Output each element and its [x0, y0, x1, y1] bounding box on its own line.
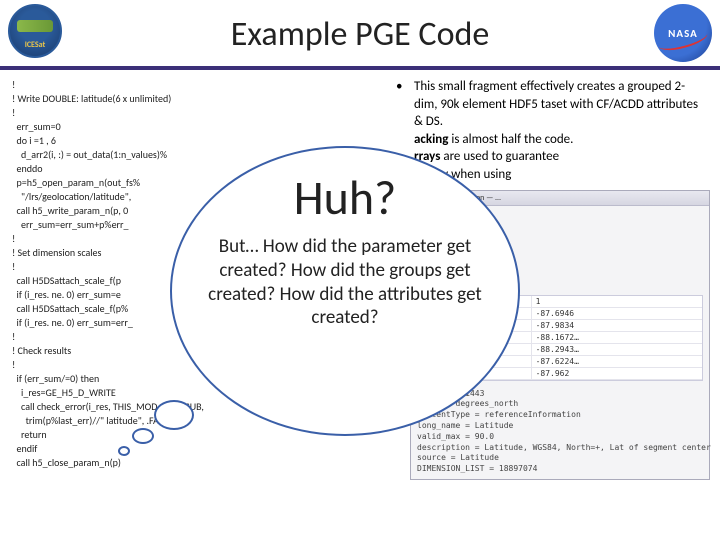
- table-cell: -88.2943…: [532, 344, 583, 355]
- table-cell: 1: [532, 296, 545, 307]
- attributes-block: rses Id = 1443 units = degrees_north con…: [417, 389, 703, 475]
- icesat-logo: ICESat: [8, 4, 62, 58]
- slide-title: Example PGE Code: [0, 0, 720, 55]
- nasa-logo-text: NASA: [668, 27, 698, 40]
- thought-bubble: Huh? But… How did the parameter get crea…: [170, 146, 520, 436]
- slide-body: ! ! Write DOUBLE: latitude(6 x unlimited…: [0, 70, 720, 536]
- slide-header: ICESat Example PGE Code NASA: [0, 0, 720, 70]
- table-cell: -87.9834: [532, 320, 579, 331]
- table-cell: -87.6224…: [532, 356, 583, 367]
- icesat-logo-text: ICESat: [25, 40, 46, 50]
- bubble-tail-icon: [118, 446, 130, 456]
- table-cell: -87.962: [532, 368, 574, 379]
- bullet-text: This small fragment effectively creates …: [414, 78, 708, 183]
- bubble-tail-icon: [132, 428, 154, 444]
- huh-text: Huh?: [294, 168, 397, 227]
- table-cell: -88.1672…: [532, 332, 583, 343]
- nasa-logo: NASA: [654, 4, 712, 62]
- bullet-list: • This small fragment effectively create…: [396, 78, 708, 183]
- bubble-question-text: But… How did the parameter get created? …: [200, 235, 490, 330]
- table-cell: -87.6946: [532, 308, 579, 319]
- bullet-item: • This small fragment effectively create…: [396, 78, 708, 183]
